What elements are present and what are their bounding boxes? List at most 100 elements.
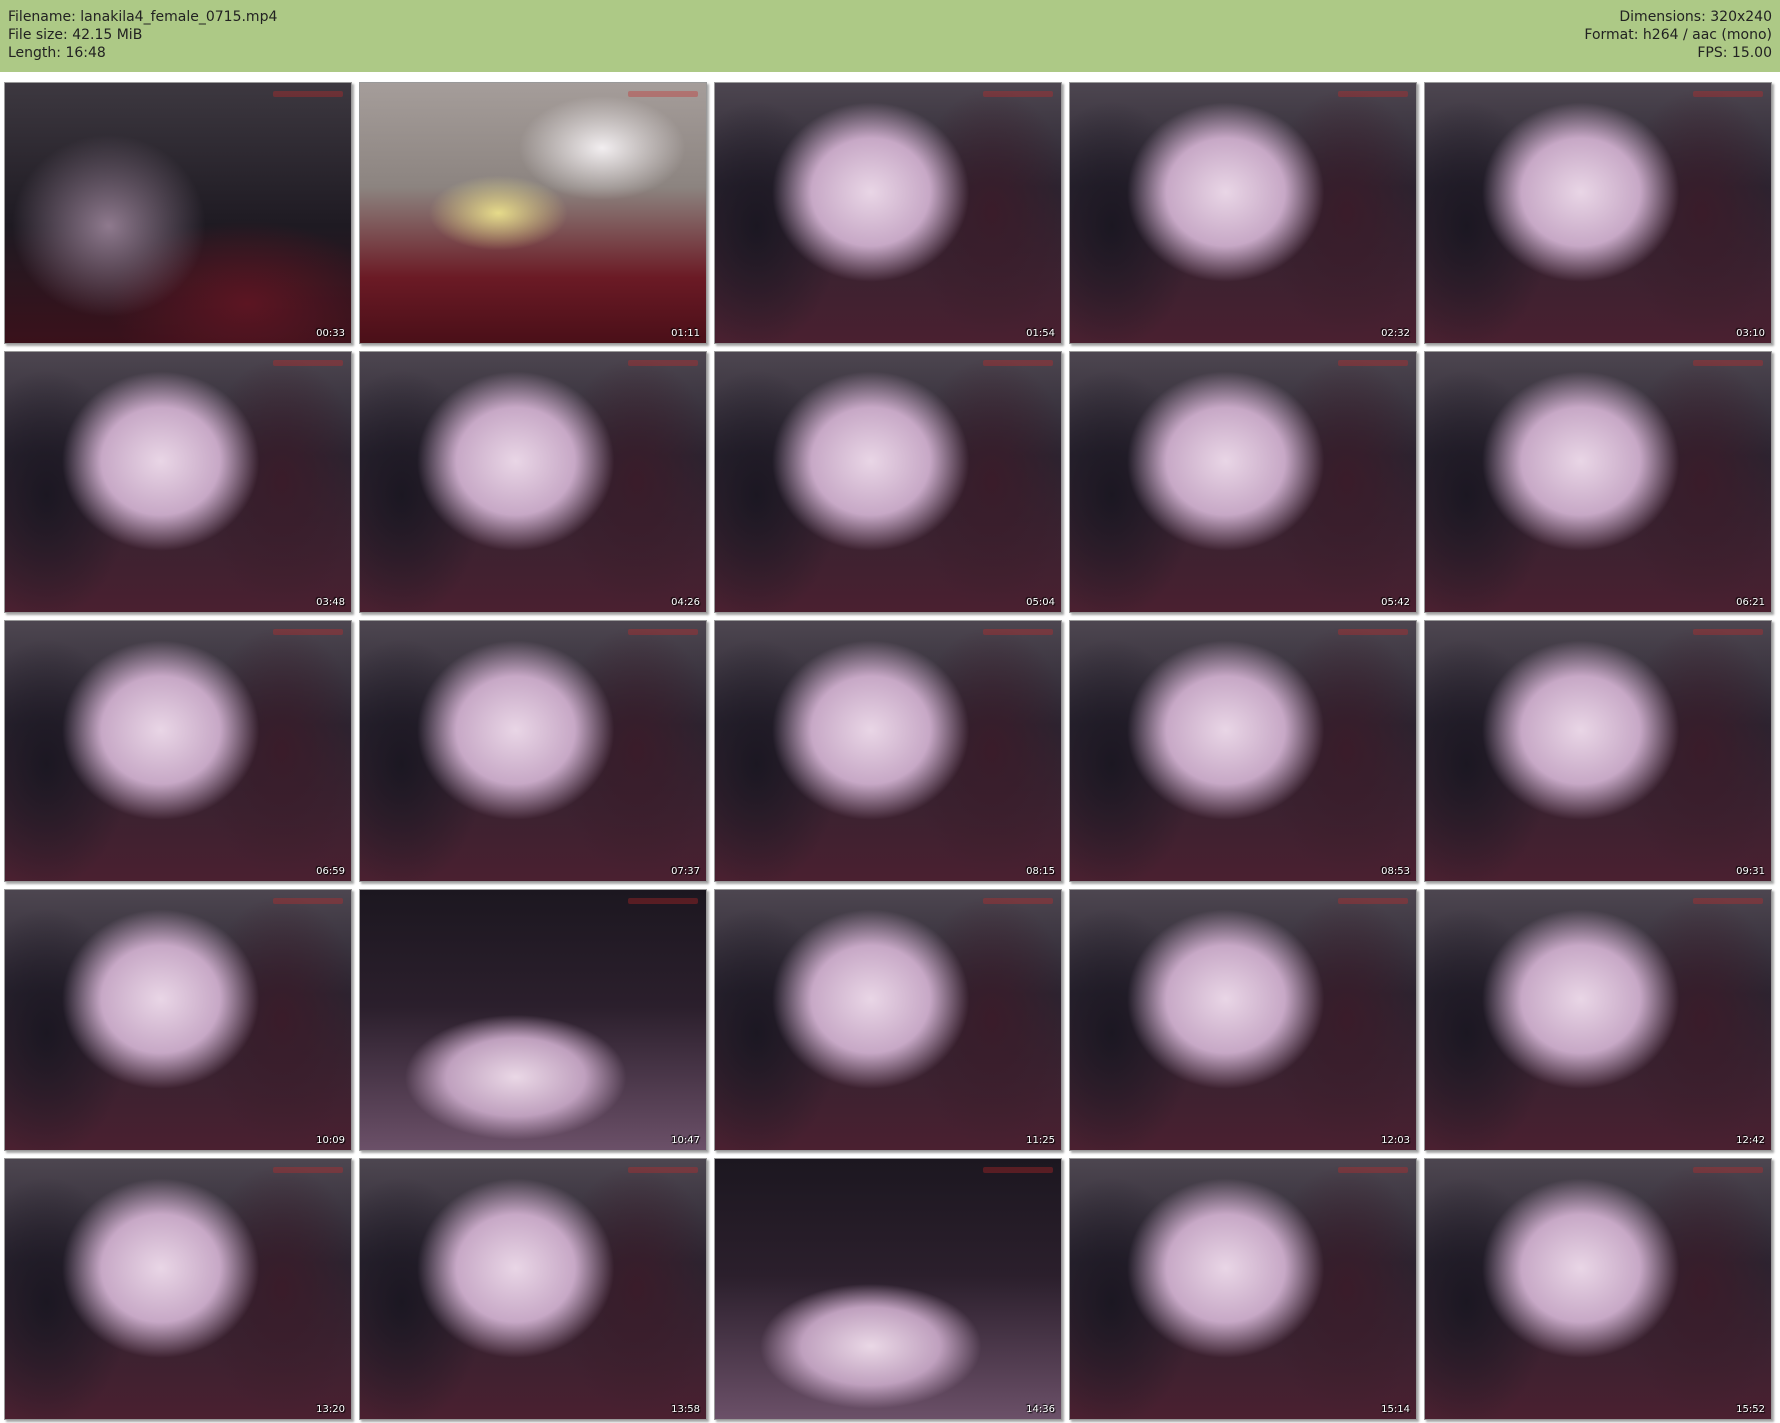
watermark: [273, 629, 343, 635]
thumbnail-frame-image: [360, 621, 706, 881]
file-info: Filename: lanakila4_female_0715.mp4 File…: [8, 8, 277, 62]
video-thumbnail: 10:47: [359, 889, 707, 1151]
fps-text: FPS: 15.00: [1697, 45, 1772, 61]
thumbnail-frame-image: [715, 890, 1061, 1150]
dimensions-text: Dimensions: 320x240: [1619, 9, 1772, 25]
thumbnail-frame-image: [1070, 1159, 1416, 1419]
video-thumbnail: 01:11: [359, 82, 707, 344]
thumbnail-timestamp: 05:04: [1026, 597, 1055, 608]
thumbnail-frame-image: [1070, 352, 1416, 612]
thumbnail-frame-image: [1425, 83, 1771, 343]
watermark: [1693, 898, 1763, 904]
thumbnail-frame-image: [1070, 890, 1416, 1150]
video-thumbnail: 02:32: [1069, 82, 1417, 344]
media-info: Dimensions: 320x240 Format: h264 / aac (…: [1584, 8, 1772, 62]
thumbnail-timestamp: 06:21: [1736, 597, 1765, 608]
thumbnail-timestamp: 12:03: [1381, 1135, 1410, 1146]
thumbnail-timestamp: 01:11: [671, 328, 700, 339]
thumbnail-frame-image: [1070, 621, 1416, 881]
thumbnail-timestamp: 08:53: [1381, 866, 1410, 877]
thumbnail-frame-image: [5, 352, 351, 612]
thumbnail-timestamp: 15:14: [1381, 1404, 1410, 1415]
watermark: [1693, 1167, 1763, 1173]
thumbnail-timestamp: 10:47: [671, 1135, 700, 1146]
video-thumbnail: 12:42: [1424, 889, 1772, 1151]
watermark: [273, 1167, 343, 1173]
thumbnail-timestamp: 03:48: [316, 597, 345, 608]
thumbnail-frame-image: [5, 621, 351, 881]
thumbnail-timestamp: 02:32: [1381, 328, 1410, 339]
thumbnail-frame-image: [715, 1159, 1061, 1419]
thumbnail-timestamp: 13:58: [671, 1404, 700, 1415]
video-thumbnail: 15:14: [1069, 1158, 1417, 1420]
video-thumbnail: 13:58: [359, 1158, 707, 1420]
thumbnail-timestamp: 04:26: [671, 597, 700, 608]
thumbnail-frame-image: [360, 1159, 706, 1419]
watermark: [983, 1167, 1053, 1173]
watermark: [983, 91, 1053, 97]
length-text: Length: 16:48: [8, 45, 106, 61]
watermark: [1693, 629, 1763, 635]
thumbnail-timestamp: 05:42: [1381, 597, 1410, 608]
video-thumbnail: 08:15: [714, 620, 1062, 882]
video-thumbnail: 08:53: [1069, 620, 1417, 882]
video-thumbnail: 07:37: [359, 620, 707, 882]
thumbnail-frame-image: [715, 83, 1061, 343]
video-thumbnail: 13:20: [4, 1158, 352, 1420]
thumbnail-timestamp: 11:25: [1026, 1135, 1055, 1146]
info-header: Filename: lanakila4_female_0715.mp4 File…: [0, 0, 1780, 72]
thumbnail-frame-image: [1425, 352, 1771, 612]
video-thumbnail: 14:36: [714, 1158, 1062, 1420]
thumbnail-frame-image: [715, 352, 1061, 612]
video-thumbnail: 10:09: [4, 889, 352, 1151]
thumbnail-timestamp: 00:33: [316, 328, 345, 339]
thumbnail-frame-image: [360, 83, 706, 343]
thumbnail-frame-image: [1425, 1159, 1771, 1419]
video-thumbnail: 05:42: [1069, 351, 1417, 613]
watermark: [628, 91, 698, 97]
video-thumbnail: 04:26: [359, 351, 707, 613]
thumbnail-frame-image: [360, 890, 706, 1150]
thumbnail-timestamp: 03:10: [1736, 328, 1765, 339]
thumbnail-frame-image: [5, 83, 351, 343]
thumbnail-timestamp: 13:20: [316, 1404, 345, 1415]
thumbnail-frame-image: [1425, 621, 1771, 881]
video-thumbnail: 03:48: [4, 351, 352, 613]
thumbnail-timestamp: 08:15: [1026, 866, 1055, 877]
video-thumbnail: 03:10: [1424, 82, 1772, 344]
thumbnail-frame-image: [360, 352, 706, 612]
filename-text: Filename: lanakila4_female_0715.mp4: [8, 9, 278, 25]
filesize-text: File size: 42.15 MiB: [8, 27, 143, 43]
watermark: [273, 91, 343, 97]
watermark: [628, 629, 698, 635]
video-thumbnail: 12:03: [1069, 889, 1417, 1151]
watermark: [628, 898, 698, 904]
watermark: [628, 1167, 698, 1173]
watermark: [1338, 91, 1408, 97]
watermark: [983, 629, 1053, 635]
thumbnail-timestamp: 10:09: [316, 1135, 345, 1146]
video-thumbnail: 15:52: [1424, 1158, 1772, 1420]
watermark: [273, 898, 343, 904]
thumbnail-timestamp: 06:59: [316, 866, 345, 877]
thumbnail-frame-image: [1070, 83, 1416, 343]
video-thumbnail: 06:59: [4, 620, 352, 882]
thumbnail-grid: 00:33 01:11 01:54 02:32 03:10 03:48 04:26 05:04…: [4, 82, 1776, 1420]
thumbnail-frame-image: [5, 1159, 351, 1419]
watermark: [983, 898, 1053, 904]
format-text: Format: h264 / aac (mono): [1584, 27, 1772, 43]
video-thumbnail: 09:31: [1424, 620, 1772, 882]
thumbnail-timestamp: 07:37: [671, 866, 700, 877]
thumbnail-timestamp: 14:36: [1026, 1404, 1055, 1415]
video-thumbnail: 01:54: [714, 82, 1062, 344]
thumbnail-frame-image: [5, 890, 351, 1150]
watermark: [273, 360, 343, 366]
thumbnail-frame-image: [1425, 890, 1771, 1150]
watermark: [1338, 629, 1408, 635]
thumbnail-timestamp: 01:54: [1026, 328, 1055, 339]
watermark: [1338, 898, 1408, 904]
watermark: [983, 360, 1053, 366]
watermark: [628, 360, 698, 366]
watermark: [1338, 1167, 1408, 1173]
thumbnail-timestamp: 15:52: [1736, 1404, 1765, 1415]
